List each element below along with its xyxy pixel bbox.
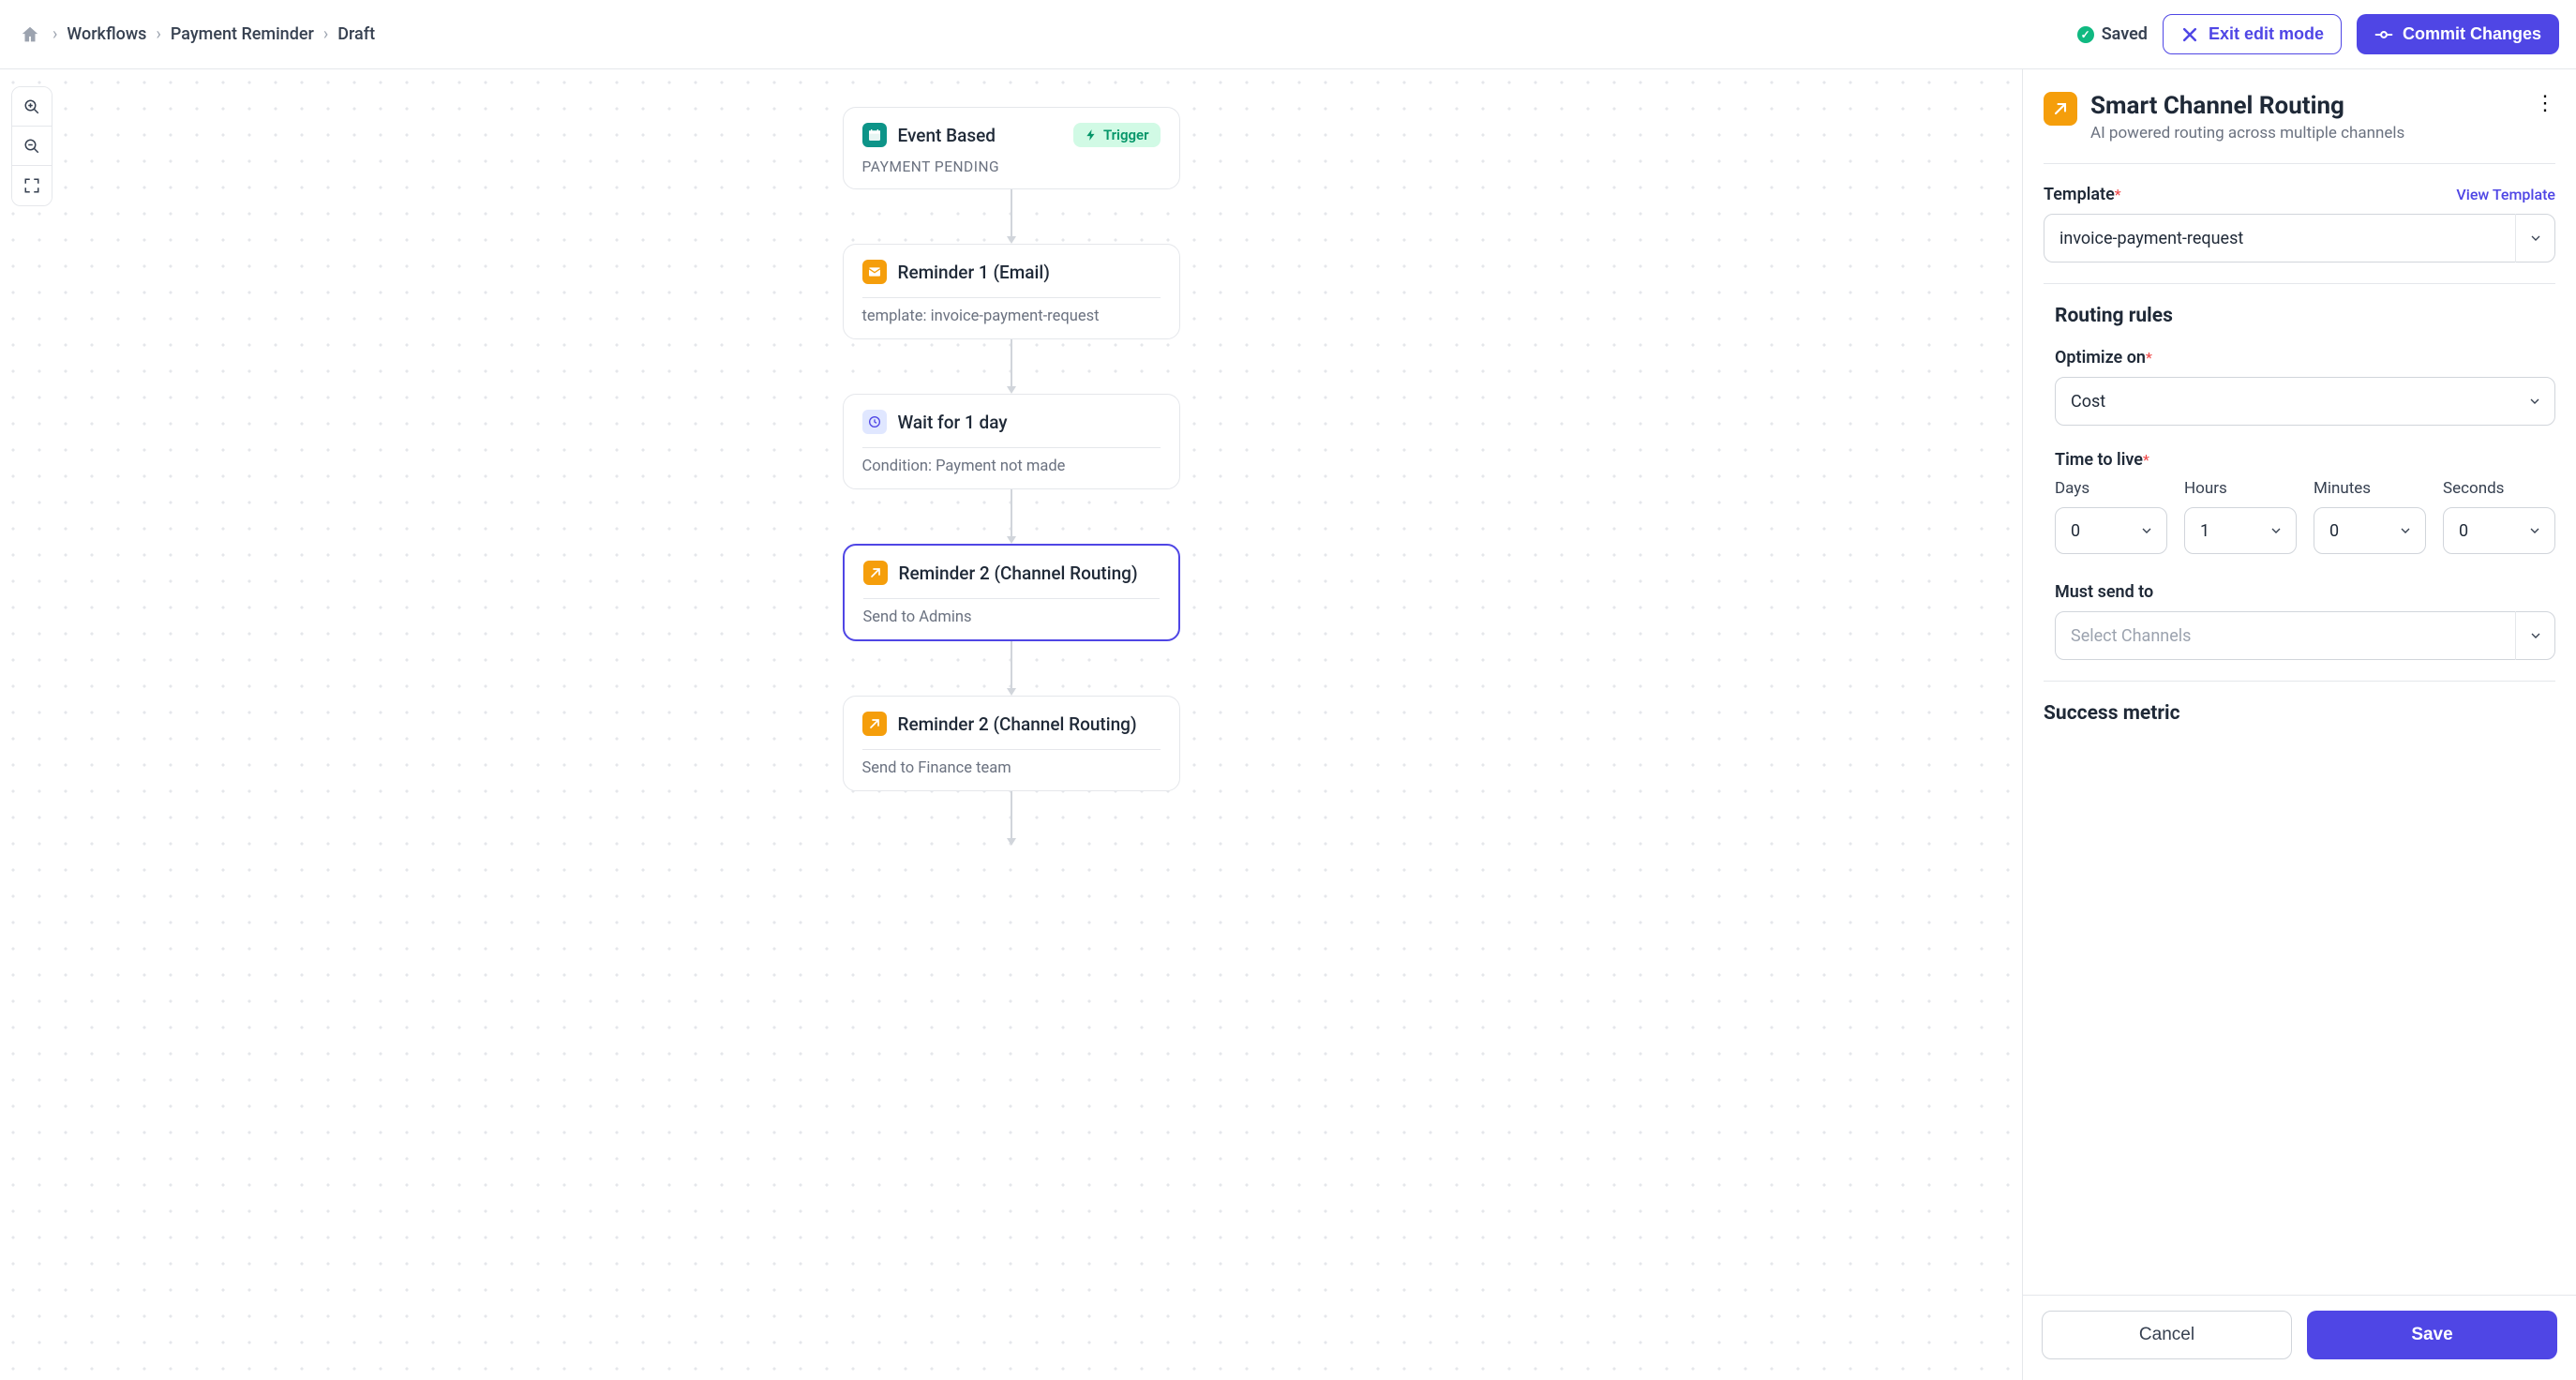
routing-rules-heading: Routing rules bbox=[2055, 305, 2555, 327]
header-actions: ✓ Saved Exit edit mode Commit Changes bbox=[2077, 14, 2559, 54]
ttl-days-value: 0 bbox=[2071, 521, 2080, 541]
save-button[interactable]: Save bbox=[2307, 1311, 2557, 1359]
zoom-in-icon bbox=[23, 98, 40, 115]
chevron-down-icon bbox=[2139, 523, 2154, 538]
node-reminder-2-admins[interactable]: Reminder 2 (Channel Routing) Send to Adm… bbox=[843, 544, 1180, 641]
commit-changes-button[interactable]: Commit Changes bbox=[2357, 14, 2559, 54]
view-template-link[interactable]: View Template bbox=[2456, 186, 2555, 203]
edge bbox=[1011, 641, 1012, 696]
header: › Workflows › Payment Reminder › Draft ✓… bbox=[0, 0, 2576, 69]
breadcrumb-workflows[interactable]: Workflows bbox=[67, 24, 146, 44]
zoom-controls bbox=[11, 86, 52, 206]
clock-icon bbox=[862, 410, 887, 434]
node-reminder-1-email[interactable]: Reminder 1 (Email) template: invoice-pay… bbox=[843, 244, 1180, 339]
template-select[interactable]: invoice-payment-request bbox=[2044, 214, 2555, 262]
optimize-on-select[interactable]: Cost bbox=[2055, 377, 2555, 426]
home-icon[interactable] bbox=[17, 22, 43, 48]
ttl-hours-label: Hours bbox=[2184, 479, 2297, 498]
ttl-days-label: Days bbox=[2055, 479, 2167, 498]
node-title: Reminder 1 (Email) bbox=[898, 262, 1050, 283]
node-title: Reminder 2 (Channel Routing) bbox=[899, 562, 1138, 584]
node-subtitle: template: invoice-payment-request bbox=[862, 308, 1161, 325]
node-title: Wait for 1 day bbox=[898, 412, 1008, 433]
optimize-on-value: Cost bbox=[2071, 392, 2105, 412]
breadcrumb: › Workflows › Payment Reminder › Draft bbox=[17, 22, 375, 48]
side-panel-header: Smart Channel Routing AI powered routing… bbox=[2044, 92, 2555, 142]
must-send-to-placeholder: Select Channels bbox=[2071, 626, 2191, 646]
side-subtitle: AI powered routing across multiple chann… bbox=[2090, 124, 2522, 142]
node-subtitle: Send to Finance team bbox=[862, 759, 1161, 777]
node-title: Event Based bbox=[898, 125, 996, 146]
zoom-out-button[interactable] bbox=[12, 127, 52, 166]
ttl-hours-select[interactable]: 1 bbox=[2184, 507, 2297, 554]
edge bbox=[1011, 791, 1012, 846]
node-wait-1-day[interactable]: Wait for 1 day Condition: Payment not ma… bbox=[843, 394, 1180, 489]
chevron-down-icon bbox=[2527, 523, 2542, 538]
chevron-down-icon bbox=[2527, 394, 2542, 409]
must-send-to-select[interactable]: Select Channels bbox=[2055, 611, 2555, 660]
chevron-right-icon: › bbox=[323, 24, 328, 44]
cancel-button[interactable]: Cancel bbox=[2042, 1311, 2292, 1359]
edge bbox=[1011, 339, 1012, 394]
exit-edit-mode-button[interactable]: Exit edit mode bbox=[2163, 14, 2342, 54]
ttl-seconds-label: Seconds bbox=[2443, 479, 2555, 498]
bolt-icon bbox=[1085, 128, 1098, 142]
chevron-right-icon: › bbox=[156, 24, 160, 44]
node-title: Reminder 2 (Channel Routing) bbox=[898, 713, 1137, 735]
chevron-down-icon bbox=[2528, 231, 2543, 246]
more-menu-button[interactable]: ⋮ bbox=[2535, 92, 2555, 114]
chevron-down-icon bbox=[2528, 628, 2543, 643]
trigger-badge-label: Trigger bbox=[1103, 127, 1149, 143]
chevron-down-icon bbox=[2398, 523, 2413, 538]
route-icon bbox=[863, 561, 888, 585]
edge bbox=[1011, 489, 1012, 544]
ttl-minutes-label: Minutes bbox=[2314, 479, 2426, 498]
zoom-in-button[interactable] bbox=[12, 87, 52, 127]
chevron-right-icon: › bbox=[52, 24, 57, 44]
ttl-label: Time to live bbox=[2055, 450, 2143, 470]
calendar-icon bbox=[862, 123, 887, 147]
flow: Event Based Trigger PAYMENT PENDING Remi… bbox=[843, 107, 1180, 846]
chevron-down-icon bbox=[2269, 523, 2284, 538]
ttl-seconds-select[interactable]: 0 bbox=[2443, 507, 2555, 554]
saved-label: Saved bbox=[2102, 24, 2148, 44]
edge bbox=[1011, 189, 1012, 244]
trigger-badge: Trigger bbox=[1073, 123, 1161, 147]
template-label: Template bbox=[2044, 185, 2115, 204]
side-panel: Smart Channel Routing AI powered routing… bbox=[2023, 69, 2576, 1380]
node-subtitle: Send to Admins bbox=[863, 608, 1160, 626]
breadcrumb-payment-reminder[interactable]: Payment Reminder bbox=[171, 24, 314, 44]
close-icon bbox=[2180, 25, 2199, 44]
optimize-on-label: Optimize on bbox=[2055, 348, 2146, 368]
commit-icon bbox=[2374, 25, 2393, 44]
route-icon bbox=[2044, 92, 2077, 126]
mail-icon bbox=[862, 260, 887, 284]
ttl-minutes-select[interactable]: 0 bbox=[2314, 507, 2426, 554]
zoom-fit-button[interactable] bbox=[12, 166, 52, 205]
template-value: invoice-payment-request bbox=[2059, 229, 2243, 248]
route-icon bbox=[862, 712, 887, 736]
ttl-days-select[interactable]: 0 bbox=[2055, 507, 2167, 554]
side-panel-footer: Cancel Save bbox=[2023, 1295, 2576, 1380]
expand-icon bbox=[23, 177, 40, 194]
ttl-seconds-value: 0 bbox=[2459, 521, 2468, 541]
saved-indicator: ✓ Saved bbox=[2077, 24, 2148, 44]
ttl-minutes-value: 0 bbox=[2329, 521, 2339, 541]
node-reminder-2-finance[interactable]: Reminder 2 (Channel Routing) Send to Fin… bbox=[843, 696, 1180, 791]
check-circle-icon: ✓ bbox=[2077, 26, 2094, 43]
node-subtitle: Condition: Payment not made bbox=[862, 458, 1161, 475]
success-metric-heading: Success metric bbox=[2044, 702, 2555, 725]
zoom-out-icon bbox=[23, 138, 40, 155]
exit-edit-mode-label: Exit edit mode bbox=[2209, 24, 2324, 44]
must-send-to-label: Must send to bbox=[2055, 582, 2555, 602]
node-event-based[interactable]: Event Based Trigger PAYMENT PENDING bbox=[843, 107, 1180, 189]
ttl-hours-value: 1 bbox=[2200, 521, 2209, 541]
breadcrumb-draft[interactable]: Draft bbox=[337, 24, 375, 44]
commit-changes-label: Commit Changes bbox=[2403, 24, 2541, 44]
node-subtitle: PAYMENT PENDING bbox=[862, 158, 1161, 175]
workflow-canvas[interactable]: Event Based Trigger PAYMENT PENDING Remi… bbox=[0, 69, 2023, 1380]
main: Event Based Trigger PAYMENT PENDING Remi… bbox=[0, 69, 2576, 1380]
side-title: Smart Channel Routing bbox=[2090, 92, 2522, 120]
